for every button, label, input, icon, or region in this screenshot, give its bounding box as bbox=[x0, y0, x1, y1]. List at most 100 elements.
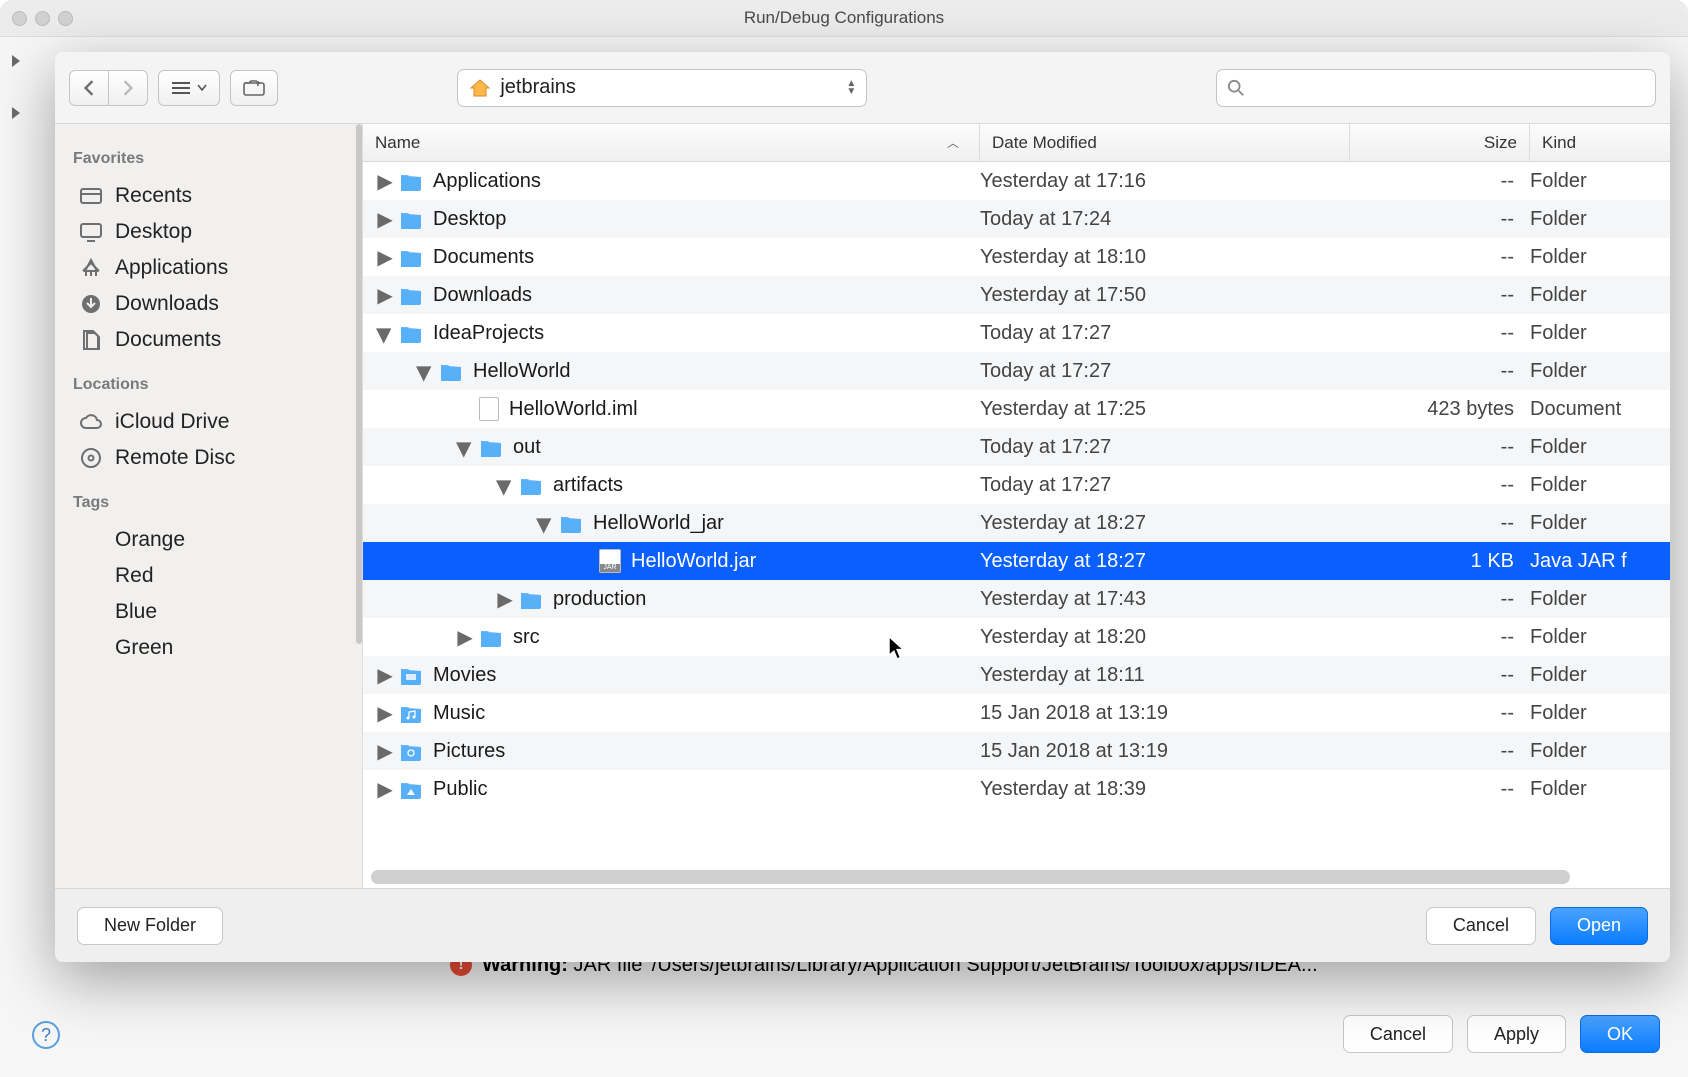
new-folder-button[interactable]: New Folder bbox=[77, 907, 223, 945]
file-row[interactable]: ▶Desktop Today at 17:24 -- Folder bbox=[363, 200, 1670, 238]
file-row[interactable]: HelloWorld.jar Yesterday at 18:27 1 KB J… bbox=[363, 542, 1670, 580]
file-rows: ▶Applications Yesterday at 17:16 -- Fold… bbox=[363, 162, 1670, 888]
file-kind: Folder bbox=[1530, 778, 1670, 801]
sidebar-tag-red[interactable]: Red bbox=[73, 558, 344, 594]
file-date: Yesterday at 18:39 bbox=[980, 778, 1350, 801]
disclosure-open-icon[interactable]: ▶ bbox=[413, 367, 438, 379]
file-size: -- bbox=[1350, 702, 1530, 725]
disclosure-closed-icon[interactable]: ▶ bbox=[379, 739, 391, 764]
file-row[interactable]: ▶Music 15 Jan 2018 at 13:19 -- Folder bbox=[363, 694, 1670, 732]
file-name: Desktop bbox=[433, 208, 506, 231]
file-size: -- bbox=[1350, 208, 1530, 231]
file-row[interactable]: ▶HelloWorld_jar Yesterday at 18:27 -- Fo… bbox=[363, 504, 1670, 542]
search-icon bbox=[1227, 79, 1245, 97]
file-kind: Folder bbox=[1530, 512, 1670, 535]
file-row[interactable]: HelloWorld.iml Yesterday at 17:25 423 by… bbox=[363, 390, 1670, 428]
traffic-minimize[interactable] bbox=[35, 11, 50, 26]
file-kind: Folder bbox=[1530, 664, 1670, 687]
disclosure-open-icon[interactable]: ▶ bbox=[493, 481, 518, 493]
disclosure-open-icon[interactable]: ▶ bbox=[373, 329, 398, 341]
sidebar-fav-downloads[interactable]: Downloads bbox=[73, 286, 344, 322]
disclosure-closed-icon[interactable]: ▶ bbox=[499, 587, 511, 612]
sidebar-fav-documents[interactable]: Documents bbox=[73, 322, 344, 358]
file-size: -- bbox=[1350, 170, 1530, 193]
traffic-close[interactable] bbox=[12, 11, 27, 26]
file-date: Today at 17:27 bbox=[980, 436, 1350, 459]
file-row[interactable]: ▶artifacts Today at 17:27 -- Folder bbox=[363, 466, 1670, 504]
disclosure-closed-icon[interactable]: ▶ bbox=[379, 207, 391, 232]
file-name: Public bbox=[433, 778, 487, 801]
file-row[interactable]: ▶out Today at 17:27 -- Folder bbox=[363, 428, 1670, 466]
file-row[interactable]: ▶Public Yesterday at 18:39 -- Folder bbox=[363, 770, 1670, 808]
file-row[interactable]: ▶Pictures 15 Jan 2018 at 13:19 -- Folder bbox=[363, 732, 1670, 770]
file-kind: Folder bbox=[1530, 246, 1670, 269]
disclosure-open-icon[interactable]: ▶ bbox=[533, 519, 558, 531]
path-popup[interactable]: jetbrains ▲▼ bbox=[457, 69, 867, 107]
horizontal-scrollbar[interactable] bbox=[371, 870, 1570, 884]
disclosure-closed-icon[interactable]: ▶ bbox=[379, 245, 391, 270]
disclosure-open-icon[interactable]: ▶ bbox=[453, 443, 478, 455]
sidebar-loc-remote disc[interactable]: Remote Disc bbox=[73, 440, 344, 476]
col-date[interactable]: Date Modified bbox=[980, 124, 1350, 161]
disclosure-closed-icon[interactable]: ▶ bbox=[379, 701, 391, 726]
file-size: -- bbox=[1350, 664, 1530, 687]
group-button[interactable] bbox=[230, 70, 278, 106]
column-headers: Name︿ Date Modified Size Kind bbox=[363, 124, 1670, 162]
file-kind: Folder bbox=[1530, 360, 1670, 383]
col-name[interactable]: Name︿ bbox=[363, 124, 980, 161]
disclosure-closed-icon[interactable]: ▶ bbox=[379, 169, 391, 194]
bg-disclosure-2[interactable] bbox=[12, 107, 20, 119]
file-name: HelloWorld_jar bbox=[593, 512, 724, 535]
file-row[interactable]: ▶Movies Yesterday at 18:11 -- Folder bbox=[363, 656, 1670, 694]
sidebar-tag-orange[interactable]: Orange bbox=[73, 522, 344, 558]
file-row[interactable]: ▶Downloads Yesterday at 17:50 -- Folder bbox=[363, 276, 1670, 314]
col-kind[interactable]: Kind bbox=[1530, 124, 1670, 161]
sidebar-tag-green[interactable]: Green bbox=[73, 630, 344, 666]
path-label: jetbrains bbox=[500, 76, 576, 99]
sidebar-tag-blue[interactable]: Blue bbox=[73, 594, 344, 630]
file-date: Yesterday at 18:27 bbox=[980, 512, 1350, 535]
open-button[interactable]: Open bbox=[1550, 907, 1648, 945]
file-row[interactable]: ▶Applications Yesterday at 17:16 -- Fold… bbox=[363, 162, 1670, 200]
sidebar-fav-applications[interactable]: Applications bbox=[73, 250, 344, 286]
file-kind: Folder bbox=[1530, 740, 1670, 763]
disclosure-closed-icon[interactable]: ▶ bbox=[379, 283, 391, 308]
bg-disclosure-1[interactable] bbox=[12, 55, 20, 67]
file-name: Movies bbox=[433, 664, 496, 687]
file-date: Today at 17:27 bbox=[980, 360, 1350, 383]
bg-ok-button[interactable]: OK bbox=[1580, 1015, 1660, 1053]
file-name: Documents bbox=[433, 246, 534, 269]
file-row[interactable]: ▶Documents Yesterday at 18:10 -- Folder bbox=[363, 238, 1670, 276]
search-field[interactable] bbox=[1216, 69, 1656, 107]
file-row[interactable]: ▶src Yesterday at 18:20 -- Folder bbox=[363, 618, 1670, 656]
chevron-updown-icon: ▲▼ bbox=[846, 80, 856, 96]
sidebar-scrollbar[interactable] bbox=[356, 124, 362, 644]
file-row[interactable]: ▶IdeaProjects Today at 17:27 -- Folder bbox=[363, 314, 1670, 352]
disclosure-closed-icon[interactable]: ▶ bbox=[379, 663, 391, 688]
disclosure-closed-icon[interactable]: ▶ bbox=[379, 777, 391, 802]
file-name: src bbox=[513, 626, 540, 649]
file-size: -- bbox=[1350, 626, 1530, 649]
file-kind: Folder bbox=[1530, 702, 1670, 725]
sidebar-loc-icloud drive[interactable]: iCloud Drive bbox=[73, 404, 344, 440]
sidebar-fav-desktop[interactable]: Desktop bbox=[73, 214, 344, 250]
search-input[interactable] bbox=[1253, 77, 1645, 98]
sidebar-fav-recents[interactable]: Recents bbox=[73, 178, 344, 214]
open-dialog: jetbrains ▲▼ Favorites RecentsDesktopApp… bbox=[55, 52, 1670, 962]
file-row[interactable]: ▶HelloWorld Today at 17:27 -- Folder bbox=[363, 352, 1670, 390]
file-size: 1 KB bbox=[1350, 550, 1530, 573]
bg-apply-button[interactable]: Apply bbox=[1467, 1015, 1566, 1053]
cancel-button[interactable]: Cancel bbox=[1426, 907, 1536, 945]
file-row[interactable]: ▶production Yesterday at 17:43 -- Folder bbox=[363, 580, 1670, 618]
file-date: Yesterday at 17:16 bbox=[980, 170, 1350, 193]
bg-cancel-button[interactable]: Cancel bbox=[1343, 1015, 1453, 1053]
col-size[interactable]: Size bbox=[1350, 124, 1530, 161]
view-mode-button[interactable] bbox=[158, 70, 220, 106]
back-button[interactable] bbox=[69, 70, 108, 106]
file-date: Yesterday at 17:43 bbox=[980, 588, 1350, 611]
help-button[interactable]: ? bbox=[32, 1021, 60, 1049]
file-kind: Document bbox=[1530, 398, 1670, 421]
traffic-zoom[interactable] bbox=[58, 11, 73, 26]
forward-button[interactable] bbox=[108, 70, 148, 106]
disclosure-closed-icon[interactable]: ▶ bbox=[459, 625, 471, 650]
